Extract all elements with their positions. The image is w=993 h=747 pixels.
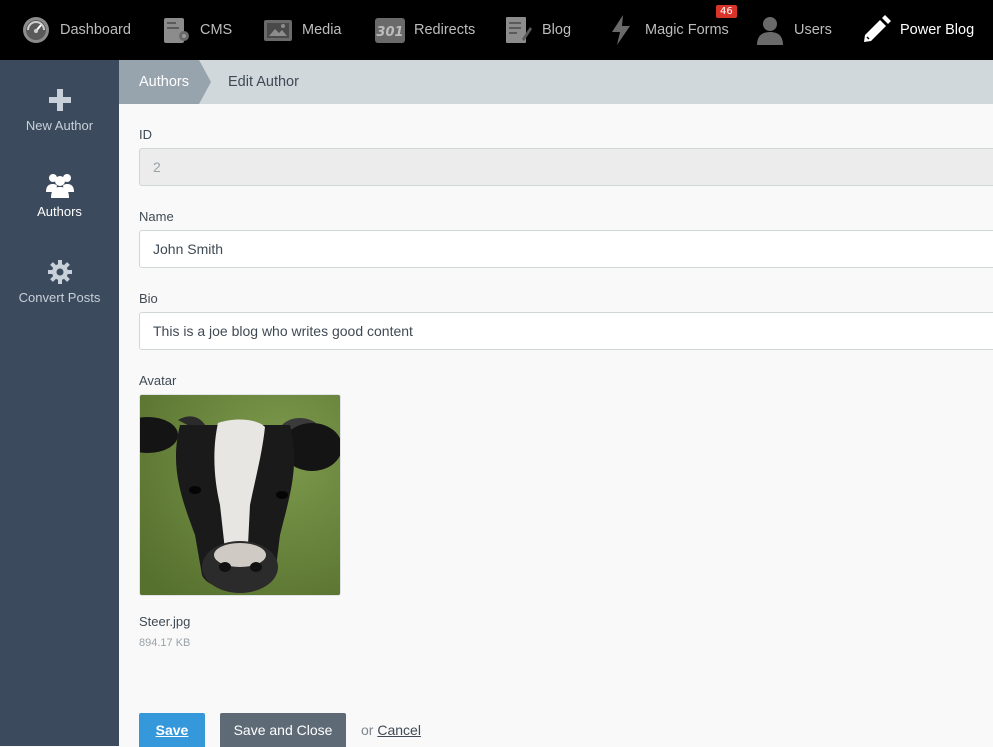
bio-label: Bio xyxy=(139,291,158,306)
breadcrumb-authors-link[interactable]: Authors xyxy=(119,60,199,104)
media-icon xyxy=(262,14,294,46)
nav-label-cms: CMS xyxy=(200,22,233,38)
nav-label-dashboard: Dashboard xyxy=(60,22,131,38)
avatar-file-size: 894.17 KB xyxy=(139,637,191,649)
svg-text:301: 301 xyxy=(376,25,403,40)
cms-icon xyxy=(160,14,192,46)
nav-label-blog: Blog xyxy=(542,22,572,38)
users-icon xyxy=(0,172,119,198)
nav-label-power-blog: Power Blog xyxy=(900,22,975,38)
save-button[interactable]: Save xyxy=(139,713,205,747)
avatar-file-name: Steer.jpg xyxy=(139,614,191,629)
nav-label-media: Media xyxy=(302,22,342,38)
nav-item-cms[interactable]: CMS xyxy=(160,0,232,60)
notification-badge: 46 xyxy=(716,5,737,18)
blog-icon xyxy=(502,14,534,46)
top-navigation: Dashboard CMS Media 301 Redirects Blog M… xyxy=(0,0,993,60)
name-field[interactable] xyxy=(139,230,993,268)
or-text: or xyxy=(361,722,374,738)
sidebar-label-authors: Authors xyxy=(37,204,82,219)
breadcrumb-arrow xyxy=(199,60,211,104)
sidebar-item-new-author[interactable]: New Author xyxy=(0,88,119,133)
pencil-icon xyxy=(860,14,892,46)
or-cancel: or Cancel xyxy=(361,722,421,738)
sidebar-label-convert-posts: Convert Posts xyxy=(18,290,101,305)
gear-icon xyxy=(0,260,119,284)
save-and-close-button[interactable]: Save and Close xyxy=(220,713,346,747)
avatar-image[interactable] xyxy=(139,394,341,596)
nav-item-magic-forms[interactable]: Magic Forms 46 xyxy=(605,0,737,60)
lightning-icon xyxy=(605,14,637,46)
id-label: ID xyxy=(139,127,152,142)
user-icon xyxy=(754,14,786,46)
redirects-icon: 301 xyxy=(374,14,406,46)
name-label: Name xyxy=(139,209,174,224)
sidebar-item-authors[interactable]: Authors xyxy=(0,172,119,219)
dashboard-gauge-icon xyxy=(20,14,52,46)
sidebar-item-convert-posts[interactable]: Convert Posts xyxy=(0,260,119,305)
nav-item-media[interactable]: Media xyxy=(262,0,342,60)
nav-label-users: Users xyxy=(794,22,832,38)
nav-label-redirects: Redirects xyxy=(414,22,476,38)
nav-item-blog[interactable]: Blog xyxy=(502,0,571,60)
breadcrumb-current: Edit Author xyxy=(228,74,299,90)
sidebar-label-new-author: New Author xyxy=(25,118,94,133)
cancel-link[interactable]: Cancel xyxy=(377,722,421,738)
nav-item-power-blog[interactable]: Power Blog xyxy=(860,0,974,60)
nav-item-redirects[interactable]: 301 Redirects xyxy=(374,0,475,60)
avatar-label: Avatar xyxy=(139,373,177,388)
id-field xyxy=(139,148,993,186)
sidebar: New Author Authors Convert Posts xyxy=(0,60,119,746)
nav-item-dashboard[interactable]: Dashboard xyxy=(20,0,131,60)
plus-icon xyxy=(0,88,119,112)
nav-item-users[interactable]: Users xyxy=(754,0,832,60)
breadcrumb: Authors Edit Author xyxy=(119,60,993,104)
nav-label-magic-forms: Magic Forms xyxy=(645,22,729,38)
bio-field[interactable] xyxy=(139,312,993,350)
